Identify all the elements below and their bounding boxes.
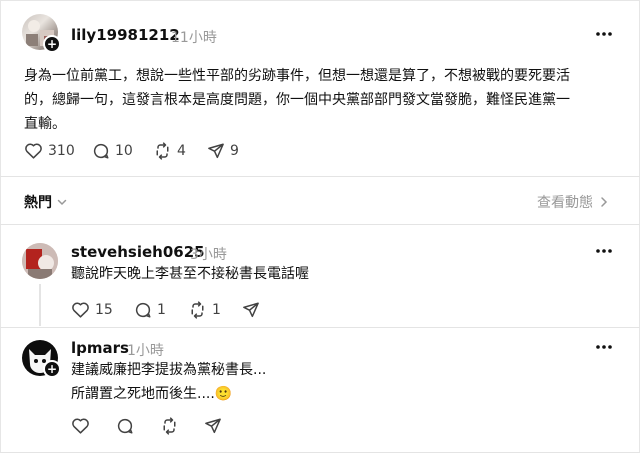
sort-dropdown[interactable]: 熱門	[24, 192, 68, 212]
comment-icon	[117, 418, 133, 434]
like-button[interactable]: 310	[24, 142, 75, 159]
heart-icon	[25, 143, 42, 159]
avatar-stevehsieh[interactable]	[22, 243, 58, 279]
share-button[interactable]	[204, 417, 222, 435]
reply-button[interactable]: 10	[92, 142, 133, 160]
frame-top-border	[0, 0, 640, 1]
post-username[interactable]: lily19981212	[71, 26, 180, 44]
repost-icon	[163, 417, 176, 435]
heart-icon	[72, 418, 89, 434]
share-count: 9	[230, 143, 239, 159]
repost-icon	[156, 142, 169, 160]
reply-time[interactable]: 3小時	[190, 244, 227, 264]
post-text-line: 直輸。	[24, 116, 66, 132]
repost-button[interactable]: 1	[188, 301, 221, 319]
reply-time[interactable]: 1小時	[127, 340, 164, 360]
reply-text-line: 所謂置之死地而後生....🙂	[71, 386, 233, 402]
post-text-line: 的，總歸一句，這發言根本是高度問題，你一個中央黨部部門發文當發脆，難怪民進黨一	[24, 92, 570, 108]
heart-icon	[72, 302, 89, 318]
thread-line	[39, 284, 41, 326]
like-button[interactable]: 15	[71, 301, 113, 318]
frame-left-border	[0, 0, 1, 453]
send-icon	[205, 418, 221, 434]
post-divider	[0, 176, 640, 177]
reply-button[interactable]: 1	[134, 301, 166, 319]
post-body: 身為一位前黨工，想說一些性平部的劣跡事件，但想一想還是算了，不想被戰的要死要活 …	[24, 64, 570, 136]
chevron-down-icon	[57, 199, 67, 206]
reply-text-line: 建議威廉把李提拔為黨秘書長...	[71, 362, 267, 378]
like-count: 310	[48, 142, 75, 159]
sort-divider	[0, 224, 640, 225]
chevron-right-icon	[601, 197, 608, 207]
like-button[interactable]	[71, 417, 90, 434]
comment-icon	[93, 143, 109, 159]
repost-icon	[191, 301, 204, 319]
repost-button[interactable]	[160, 417, 179, 435]
comment-icon	[135, 302, 151, 318]
reply-count: 10	[115, 143, 133, 159]
repost-count: 4	[177, 143, 186, 159]
more-options-icon[interactable]	[594, 246, 614, 256]
reply-button[interactable]	[116, 417, 134, 435]
reply-divider	[0, 327, 640, 328]
sort-label: 熱門	[24, 195, 52, 211]
follow-plus-icon[interactable]: +	[43, 360, 61, 378]
reply-body: 建議威廉把李提拔為黨秘書長... 所謂置之死地而後生....🙂	[71, 358, 266, 406]
reply-body: 聽說昨天晚上李甚至不接秘書長電話喔	[71, 262, 309, 286]
post-time[interactable]: 11小時	[171, 27, 217, 47]
follow-plus-icon[interactable]: +	[43, 35, 61, 53]
more-options-icon[interactable]	[594, 342, 614, 352]
share-button[interactable]	[242, 301, 260, 319]
send-icon	[208, 143, 224, 159]
share-button[interactable]: 9	[207, 142, 239, 160]
view-activity-link[interactable]: 查看動態	[537, 192, 609, 212]
like-count: 15	[95, 301, 113, 318]
repost-button[interactable]: 4	[153, 142, 186, 160]
activity-label: 查看動態	[537, 195, 593, 211]
reply-username[interactable]: lpmars	[71, 339, 129, 357]
avatar-photo-icon	[22, 243, 58, 279]
reply-username[interactable]: stevehsieh0625	[71, 243, 205, 261]
post-text-line: 身為一位前黨工，想說一些性平部的劣跡事件，但想一想還是算了，不想被戰的要死要活	[24, 68, 570, 84]
reply-text-line: 聽說昨天晚上李甚至不接秘書長電話喔	[71, 266, 309, 282]
repost-count: 1	[212, 302, 221, 318]
send-icon	[243, 302, 259, 318]
more-options-icon[interactable]	[594, 29, 614, 39]
reply-count: 1	[157, 302, 166, 318]
